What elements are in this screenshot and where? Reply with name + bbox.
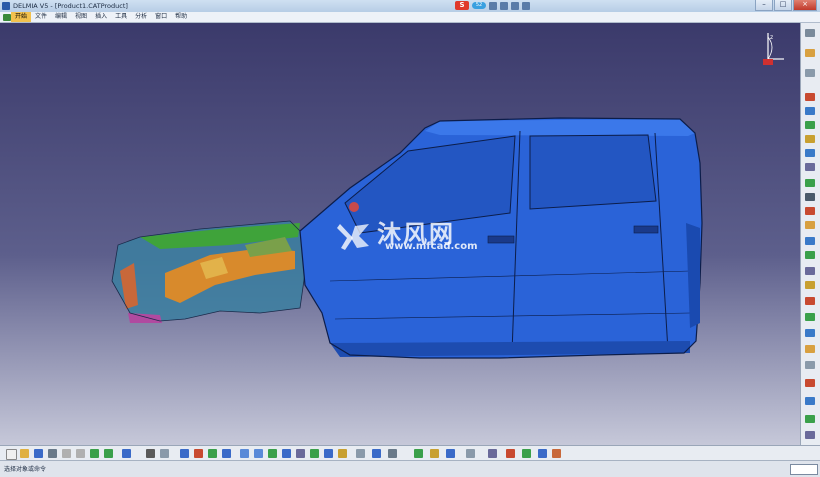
tool-icon[interactable]: [805, 29, 815, 37]
tool-icon[interactable]: [805, 163, 815, 171]
tool-icon[interactable]: [805, 237, 815, 245]
tool-icon[interactable]: [805, 361, 815, 369]
close-button[interactable]: ×: [793, 0, 817, 11]
tool-icon[interactable]: [805, 207, 815, 215]
tool-icon[interactable]: [805, 107, 815, 115]
ime-keyboard-icon[interactable]: [500, 1, 508, 10]
redo-icon[interactable]: [104, 449, 113, 458]
analysis-icon[interactable]: [488, 449, 497, 458]
update-icon[interactable]: [414, 449, 423, 458]
section-icon[interactable]: [522, 449, 531, 458]
tool-icon[interactable]: [805, 345, 815, 353]
menu-window[interactable]: 窗口: [151, 12, 171, 22]
tool-icon[interactable]: [805, 251, 815, 259]
rotate-icon[interactable]: [222, 449, 231, 458]
normal-view-icon[interactable]: [268, 449, 277, 458]
stop-icon[interactable]: [430, 449, 439, 458]
compass-axis-label: z: [770, 34, 773, 41]
compass-widget[interactable]: z: [758, 29, 788, 81]
tool-icon[interactable]: [805, 93, 815, 101]
menu-edit[interactable]: 编辑: [51, 12, 71, 22]
fly-icon[interactable]: [180, 449, 189, 458]
fit-all-icon[interactable]: [194, 449, 203, 458]
distance-icon[interactable]: [538, 449, 547, 458]
tool-icon[interactable]: [805, 415, 815, 423]
ime-skin-icon[interactable]: [511, 1, 519, 10]
undo-icon[interactable]: [90, 449, 99, 458]
watermark-url: www.mfcad.com: [385, 241, 478, 252]
menu-analysis[interactable]: 分析: [131, 12, 151, 22]
ime-tools-icon[interactable]: [522, 1, 530, 10]
tool-icon[interactable]: [805, 49, 815, 57]
tool-icon[interactable]: [805, 135, 815, 143]
cut-icon[interactable]: [62, 449, 71, 458]
zoom-in-icon[interactable]: [240, 449, 249, 458]
ime-mic-icon[interactable]: [489, 1, 497, 10]
shading-icon[interactable]: [310, 449, 319, 458]
tool-icon[interactable]: [805, 193, 815, 201]
watermark-logo-icon: [337, 224, 369, 250]
copy-icon[interactable]: [76, 449, 85, 458]
right-toolbar: [800, 23, 820, 445]
help-icon[interactable]: [122, 449, 131, 458]
ime-toolbar[interactable]: S 52: [455, 0, 530, 11]
ime-logo-icon[interactable]: S: [455, 1, 469, 10]
mouse-icon[interactable]: [356, 449, 365, 458]
menu-start[interactable]: 开始: [11, 12, 32, 22]
tool-icon[interactable]: [805, 397, 815, 405]
knowledge-icon[interactable]: [160, 449, 169, 458]
tool-icon[interactable]: [805, 329, 815, 337]
window-title: DELMIA V5 - [Product1.CATProduct]: [13, 2, 128, 10]
tool-icon[interactable]: [805, 179, 815, 187]
bottom-toolbar: [0, 445, 820, 461]
menu-help[interactable]: 帮助: [171, 12, 191, 22]
manipulate-icon[interactable]: [446, 449, 455, 458]
catalog-icon[interactable]: [388, 449, 397, 458]
minimize-button[interactable]: –: [755, 0, 773, 11]
menu-view[interactable]: 视图: [71, 12, 91, 22]
tool-icon[interactable]: [805, 313, 815, 321]
new-icon[interactable]: [6, 449, 17, 460]
tool-icon[interactable]: [805, 221, 815, 229]
tool-icon[interactable]: [805, 121, 815, 129]
tool-icon[interactable]: [805, 379, 815, 387]
tool-icon[interactable]: [805, 297, 815, 305]
save-icon[interactable]: [34, 449, 43, 458]
app-menu-icon[interactable]: [3, 13, 11, 21]
menu-file[interactable]: 文件: [31, 12, 51, 22]
iso-view-icon[interactable]: [282, 449, 291, 458]
open-icon[interactable]: [20, 449, 29, 458]
window-controls: – □ ×: [755, 0, 817, 11]
tool-icon[interactable]: [805, 149, 815, 157]
status-prompt: 选择对象或命令: [4, 466, 47, 473]
menu-tools[interactable]: 工具: [111, 12, 131, 22]
print-icon[interactable]: [48, 449, 57, 458]
snap-icon[interactable]: [466, 449, 475, 458]
swap-space-icon[interactable]: [338, 449, 347, 458]
zoom-out-icon[interactable]: [254, 449, 263, 458]
tool-icon[interactable]: [805, 267, 815, 275]
clash-icon[interactable]: [506, 449, 515, 458]
formula-icon[interactable]: [146, 449, 155, 458]
ime-badge: 52: [472, 2, 486, 9]
tool-icon[interactable]: [805, 281, 815, 289]
front-chassis: [111, 220, 306, 323]
hide-show-icon[interactable]: [324, 449, 333, 458]
watermark: 沐风网 www.mfcad.com: [335, 216, 495, 256]
app-icon: [2, 2, 10, 10]
status-bar: 选择对象或命令: [0, 460, 820, 477]
pan-icon[interactable]: [208, 449, 217, 458]
tool-icon[interactable]: [805, 431, 815, 439]
menu-insert[interactable]: 插入: [91, 12, 111, 22]
command-input[interactable]: [790, 464, 818, 475]
menu-bar: 开始 文件 编辑 视图 插入 工具 分析 窗口 帮助: [0, 12, 820, 23]
grid-icon[interactable]: [552, 449, 561, 458]
3d-viewport[interactable]: z 沐风网 www.mfcad.com: [0, 23, 800, 445]
view-mode-icon[interactable]: [296, 449, 305, 458]
tool-icon[interactable]: [805, 69, 815, 77]
measure-icon[interactable]: [372, 449, 381, 458]
maximize-button[interactable]: □: [774, 0, 792, 11]
